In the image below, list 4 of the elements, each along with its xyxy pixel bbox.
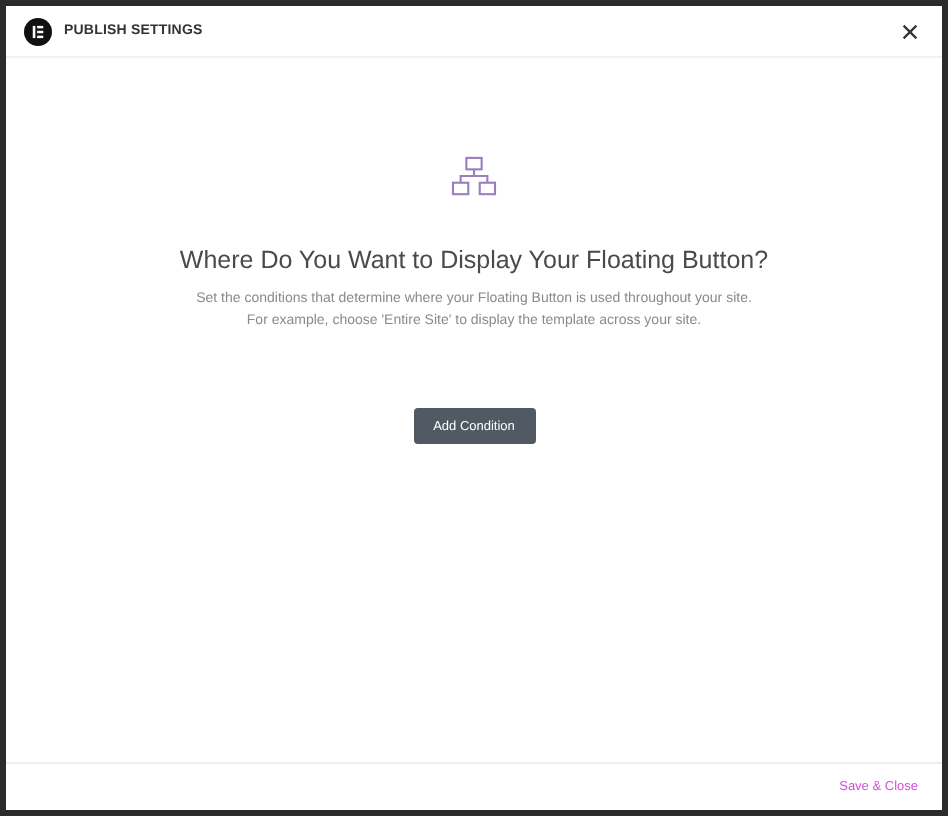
logo-icon bbox=[24, 17, 52, 45]
close-icon[interactable] bbox=[902, 23, 918, 39]
sitemap-icon bbox=[450, 156, 498, 198]
heading: Where Do You Want to Display Your Floating Button? bbox=[179, 246, 769, 274]
